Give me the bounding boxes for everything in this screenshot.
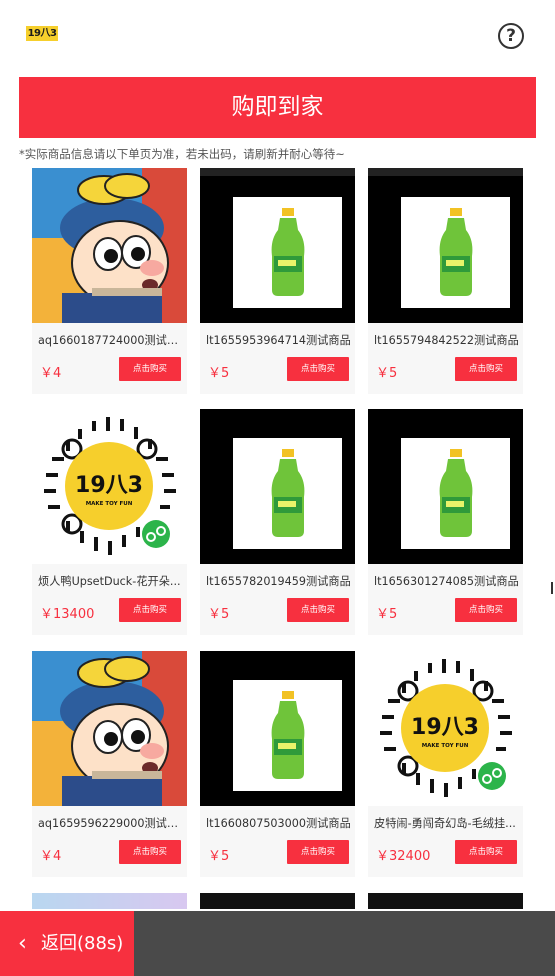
soda-bottle-image (200, 409, 355, 564)
product-price: ￥5 (376, 607, 398, 622)
product-card-partial (32, 893, 187, 909)
back-button-label: 返回(88s) (41, 933, 124, 954)
product-name: aq1659596229000测试商品 (38, 817, 183, 830)
product-card-partial (368, 893, 523, 909)
buy-button[interactable]: 点击购买 (455, 840, 517, 864)
product-name: lt1655953964714测试商品 (206, 334, 351, 347)
soda-bottle-image (368, 168, 523, 323)
product-name: lt1655794842522测试商品 (374, 334, 519, 347)
product-card[interactable]: lt1656301274085测试商品 ￥5 点击购买 (368, 409, 523, 635)
buy-button[interactable]: 点击购买 (287, 357, 349, 381)
qr-tagline-text: MAKE TOY FUN (86, 501, 133, 507)
chevron-left-icon: ‹ (18, 931, 27, 956)
soda-bottle-image (200, 651, 355, 806)
product-price: ￥5 (376, 366, 398, 381)
product-card-partial (200, 893, 355, 909)
cartoon-boy-image (32, 168, 187, 323)
product-name: aq1660187724000测试商品 (38, 334, 183, 347)
qr-brand-text: 19八3 (411, 715, 479, 740)
buy-button[interactable]: 点击购买 (119, 357, 181, 381)
buy-button[interactable]: 点击购买 (287, 598, 349, 622)
notice-text: *实际商品信息请以下单页为准，若未出码，请刷新并耐心等待~ (19, 147, 345, 161)
product-price: ￥13400 (40, 607, 95, 622)
product-price: ￥4 (40, 366, 62, 381)
qr-tagline-text: MAKE TOY FUN (422, 743, 469, 749)
product-name: 烦人鸭UpsetDuck-花开朵... (38, 575, 181, 588)
product-card[interactable]: aq1659596229000测试商品 ￥4 点击购买 (32, 651, 187, 877)
product-price: ￥4 (40, 849, 62, 864)
product-card[interactable]: lt1660807503000测试商品 ￥5 点击购买 (200, 651, 355, 877)
back-button[interactable]: ‹ 返回(88s) (0, 911, 134, 976)
product-card[interactable]: lt1655782019459测试商品 ￥5 点击购买 (200, 409, 355, 635)
product-price: ￥5 (208, 849, 230, 864)
product-price: ￥5 (208, 607, 230, 622)
brand-logo: 19八3 (26, 26, 58, 41)
product-card[interactable]: aq1660187724000测试商品 ￥4 点击购买 (32, 168, 187, 394)
product-card[interactable]: lt1655953964714测试商品 ￥5 点击购买 (200, 168, 355, 394)
qr-brand-text: 19八3 (75, 473, 143, 498)
product-card[interactable]: 19八3 MAKE TOY FUN 皮特闹-勇闯奇幻岛-毛绒挂... ￥3240… (368, 651, 523, 877)
buy-button[interactable]: 点击购买 (119, 598, 181, 622)
product-name: lt1655782019459测试商品 (206, 575, 351, 588)
buy-button[interactable]: 点击购买 (455, 598, 517, 622)
question-circle-icon[interactable]: ? (498, 23, 524, 49)
product-card[interactable]: 19八3 MAKE TOY FUN 烦人鸭UpsetDuck-花开朵... ￥1… (32, 409, 187, 635)
footer-bar: ‹ 返回(88s) (0, 911, 555, 976)
product-name: lt1660807503000测试商品 (206, 817, 351, 830)
mini-program-code-image: 19八3 MAKE TOY FUN (368, 651, 523, 806)
soda-bottle-image (368, 409, 523, 564)
buy-button[interactable]: 点击购买 (119, 840, 181, 864)
buy-button[interactable]: 点击购买 (455, 357, 517, 381)
product-price: ￥32400 (376, 849, 431, 864)
product-card[interactable]: lt1655794842522测试商品 ￥5 点击购买 (368, 168, 523, 394)
buy-button[interactable]: 点击购买 (287, 840, 349, 864)
product-name: lt1656301274085测试商品 (374, 575, 519, 588)
page-title-banner: 购即到家 (19, 77, 536, 138)
mini-program-code-image: 19八3 MAKE TOY FUN (32, 409, 187, 564)
cartoon-boy-image (32, 651, 187, 806)
soda-bottle-image (200, 168, 355, 323)
product-grid: aq1660187724000测试商品 ￥4 点击购买 lt1655953964… (0, 168, 555, 909)
scroll-indicator (551, 582, 553, 594)
product-price: ￥5 (208, 366, 230, 381)
product-name: 皮特闹-勇闯奇幻岛-毛绒挂... (374, 817, 516, 830)
